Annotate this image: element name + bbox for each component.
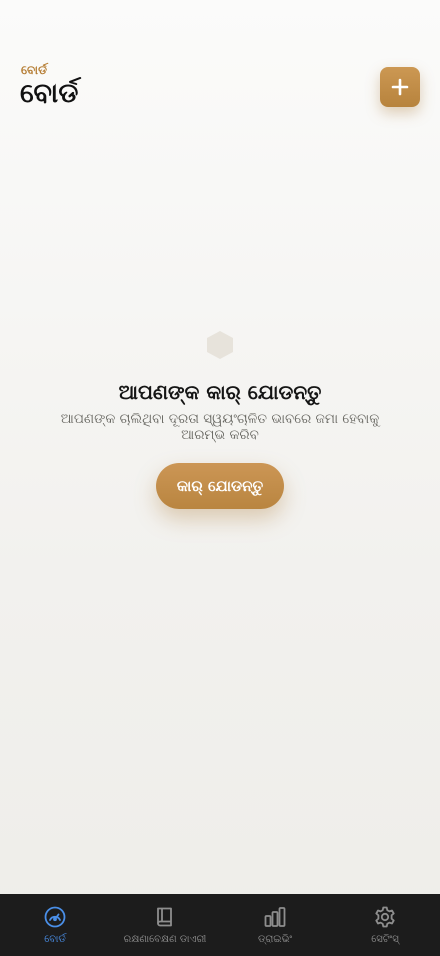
header: ବୋର୍ଡ ବୋର୍ଡ xyxy=(0,0,440,130)
tab-maintenance-diary[interactable]: ରକ୍ଷଣାବେକ୍ଷଣ ଡାଏରୀ xyxy=(110,894,220,956)
tab-label: ରକ୍ଷଣାବେକ୍ଷଣ ଡାଏରୀ xyxy=(123,934,207,945)
hexagon-icon xyxy=(207,331,233,359)
tab-label: ବୋର୍ଡ xyxy=(44,934,66,945)
book-icon xyxy=(157,907,172,927)
tab-label: ଡ୍ରାଇଭିଂ xyxy=(257,934,293,945)
tab-settings[interactable]: ସେଟିଂସ୍ xyxy=(330,894,440,956)
empty-state-title: ଆପଣଙ୍କ କାର୍ ଯୋଡନ୍ତୁ xyxy=(118,380,322,404)
gauge-icon xyxy=(44,906,66,928)
tab-board[interactable]: ବୋର୍ଡ xyxy=(0,894,110,956)
plus-icon xyxy=(391,78,409,96)
bar-chart-icon xyxy=(264,907,286,927)
add-button[interactable] xyxy=(380,67,420,107)
page-title: ବୋର୍ଡ xyxy=(20,78,79,109)
tab-bar: ବୋର୍ଡ ରକ୍ଷଣାବେକ୍ଷଣ ଡାଏରୀ ଡ୍ରାଇଭିଂ ସେଟିଂସ… xyxy=(0,894,440,956)
tab-driving[interactable]: ଡ୍ରାଇଭିଂ xyxy=(220,894,330,956)
tab-label: ସେଟିଂସ୍ xyxy=(371,934,399,945)
empty-state-description: ଆପଣଙ୍କ ଚାଲିଥିବା ଦୂରତା ସ୍ୱୟଂଚାଳିତ ଭାବରେ ଜ… xyxy=(60,411,380,443)
gear-icon xyxy=(375,906,395,928)
add-car-button[interactable]: କାର୍ ଯୋଡନ୍ତୁ xyxy=(156,463,284,509)
page-eyebrow: ବୋର୍ଡ xyxy=(21,63,48,77)
